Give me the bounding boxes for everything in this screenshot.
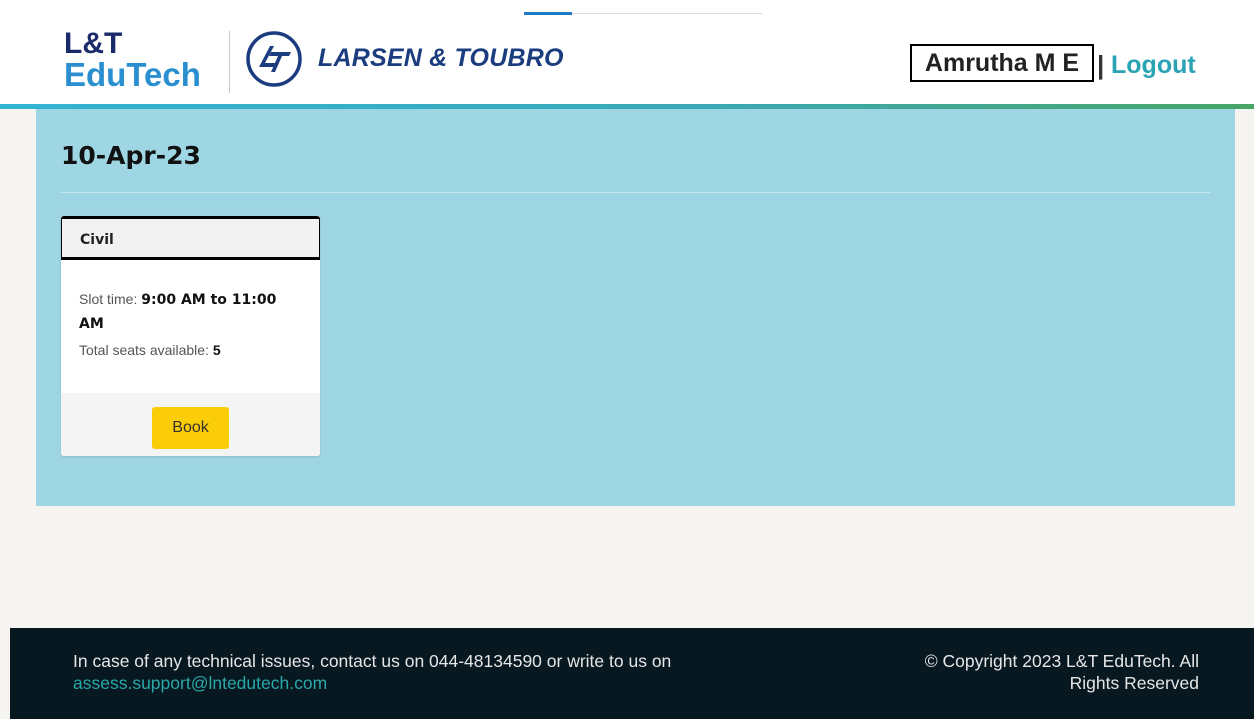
copyright-line1: © Copyright 2023 L&T EduTech. All bbox=[924, 651, 1199, 671]
copyright-line2: Rights Reserved bbox=[1069, 673, 1199, 693]
support-email-link[interactable]: assess.support@lntedutech.com bbox=[73, 673, 327, 693]
copyright: © Copyright 2023 L&T EduTech. All Rights… bbox=[859, 650, 1199, 694]
support-info: In case of any technical issues, contact… bbox=[73, 650, 793, 694]
larsen-toubro-wordmark: LARSEN & TOUBRO bbox=[318, 44, 564, 72]
date-heading: 10-Apr-23 bbox=[61, 141, 201, 170]
support-text: In case of any technical issues, contact… bbox=[73, 651, 672, 671]
seats-label: Total seats available: bbox=[79, 342, 209, 358]
header-separator: | bbox=[1097, 50, 1105, 80]
slot-card-title: Civil bbox=[61, 216, 320, 260]
slot-card-footer: Book bbox=[61, 393, 320, 456]
edutech-logo[interactable]: L&T EduTech bbox=[64, 27, 214, 96]
logo-line1: L&T bbox=[64, 27, 123, 60]
slot-time-label: Slot time: bbox=[79, 291, 138, 307]
slot-time-line: Slot time: 9:00 AM to 11:00 AM bbox=[79, 288, 304, 336]
slots-panel: 10-Apr-23 Civil Slot time: 9:00 AM to 11… bbox=[36, 109, 1235, 506]
logo-divider bbox=[229, 31, 230, 93]
logout-link[interactable]: Logout bbox=[1111, 48, 1196, 82]
site-footer: In case of any technical issues, contact… bbox=[10, 628, 1254, 719]
loading-track bbox=[572, 13, 762, 14]
user-name: Amrutha M E bbox=[910, 44, 1094, 82]
seats-value: 5 bbox=[212, 342, 221, 358]
logo-line2: EduTech bbox=[64, 56, 201, 93]
book-button[interactable]: Book bbox=[152, 407, 229, 449]
seats-line: Total seats available: 5 bbox=[79, 342, 221, 358]
lt-logo-icon bbox=[246, 31, 302, 87]
slot-card: Civil Slot time: 9:00 AM to 11:00 AM Tot… bbox=[61, 216, 320, 456]
divider bbox=[61, 192, 1210, 193]
site-header: L&T EduTech LARSEN & TOUBRO Amrutha M E … bbox=[0, 0, 1254, 104]
loading-indicator bbox=[524, 12, 572, 15]
